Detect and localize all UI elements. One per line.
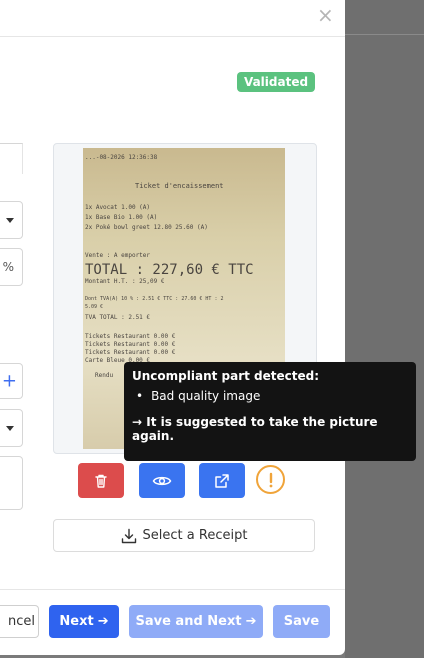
receipt-line: 2x Poké bowl greet 12.80 25.60 (A) xyxy=(85,224,208,231)
select-receipt-label: Select a Receipt xyxy=(142,528,248,543)
download-icon xyxy=(121,528,136,543)
select-receipt-button[interactable]: Select a Receipt xyxy=(53,519,315,552)
footer-divider xyxy=(0,589,345,590)
receipt-line: Vente : A emporter xyxy=(85,252,151,259)
receipt-line: Tickets Restaurant 0.00 € xyxy=(85,333,176,340)
backdrop xyxy=(345,0,424,658)
receipt-line: TVA TOTAL : 2.51 € xyxy=(85,314,151,321)
receipt-line: Montant H.T. : 25,09 € xyxy=(85,278,165,285)
cancel-button[interactable]: ncel xyxy=(0,605,39,638)
next-label: Next xyxy=(59,614,94,629)
receipt-line: 5.09 € xyxy=(85,304,104,310)
receipt-line: Tickets Restaurant 0.00 € xyxy=(85,341,176,348)
chevron-down-icon xyxy=(6,218,14,223)
header-divider xyxy=(0,36,345,37)
receipt-line: Dont TVA(A) 10 % : 2.51 € TTC : 27.60 € … xyxy=(85,296,224,302)
field-top-edge xyxy=(0,143,23,174)
exclamation-icon xyxy=(269,472,272,487)
tooltip-item: Bad quality image xyxy=(132,389,408,403)
view-receipt-button[interactable] xyxy=(139,463,185,498)
cancel-label: ncel xyxy=(8,614,35,629)
close-icon[interactable]: × xyxy=(317,5,334,25)
open-receipt-button[interactable] xyxy=(199,463,245,498)
warning-tooltip: Uncompliant part detected: Bad quality i… xyxy=(124,362,416,461)
receipt-total: TOTAL : 227,60 € TTC xyxy=(85,262,254,278)
save-label: Save xyxy=(283,614,320,629)
percent-suffix: % xyxy=(2,260,14,274)
tooltip-title: Uncompliant part detected: xyxy=(132,369,320,383)
next-button[interactable]: Next ➔ xyxy=(49,605,119,638)
backdrop-divider xyxy=(345,34,424,35)
arrow-right-icon: ➔ xyxy=(97,614,109,629)
arrow-right-icon: ➔ xyxy=(245,614,257,629)
category-select[interactable] xyxy=(0,201,23,239)
chevron-down-icon xyxy=(6,426,14,431)
eye-icon xyxy=(152,476,172,485)
vat-rate-input[interactable]: % xyxy=(0,248,23,286)
comment-textarea[interactable] xyxy=(0,456,23,510)
add-button[interactable]: + xyxy=(0,363,23,399)
save-button[interactable]: Save xyxy=(273,605,330,638)
receipt-line: 1x Base Bio 1.00 (A) xyxy=(85,214,158,221)
receipt-line: Ticket d'encaissement xyxy=(135,182,224,190)
status-badge: Validated xyxy=(237,72,315,92)
warning-icon[interactable] xyxy=(256,465,285,494)
external-link-icon xyxy=(215,473,229,488)
receipt-line: Rendu xyxy=(95,372,114,379)
receipt-line: Tickets Restaurant 0.00 € xyxy=(85,349,176,356)
expense-modal: × Validated % + ...-08-2026 12:36:38 Tic… xyxy=(0,0,345,655)
save-and-next-label: Save and Next xyxy=(135,614,242,629)
receipt-line: ...-08-2026 12:36:38 xyxy=(85,154,158,161)
receipt-line: 1x Avocat 1.00 (A) xyxy=(85,204,151,211)
delete-receipt-button[interactable] xyxy=(78,463,124,498)
project-select[interactable] xyxy=(0,409,23,447)
trash-icon xyxy=(95,474,107,488)
save-and-next-button[interactable]: Save and Next ➔ xyxy=(129,605,263,638)
tooltip-suggestion: → It is suggested to take the picture ag… xyxy=(132,415,378,443)
plus-icon: + xyxy=(1,370,17,392)
